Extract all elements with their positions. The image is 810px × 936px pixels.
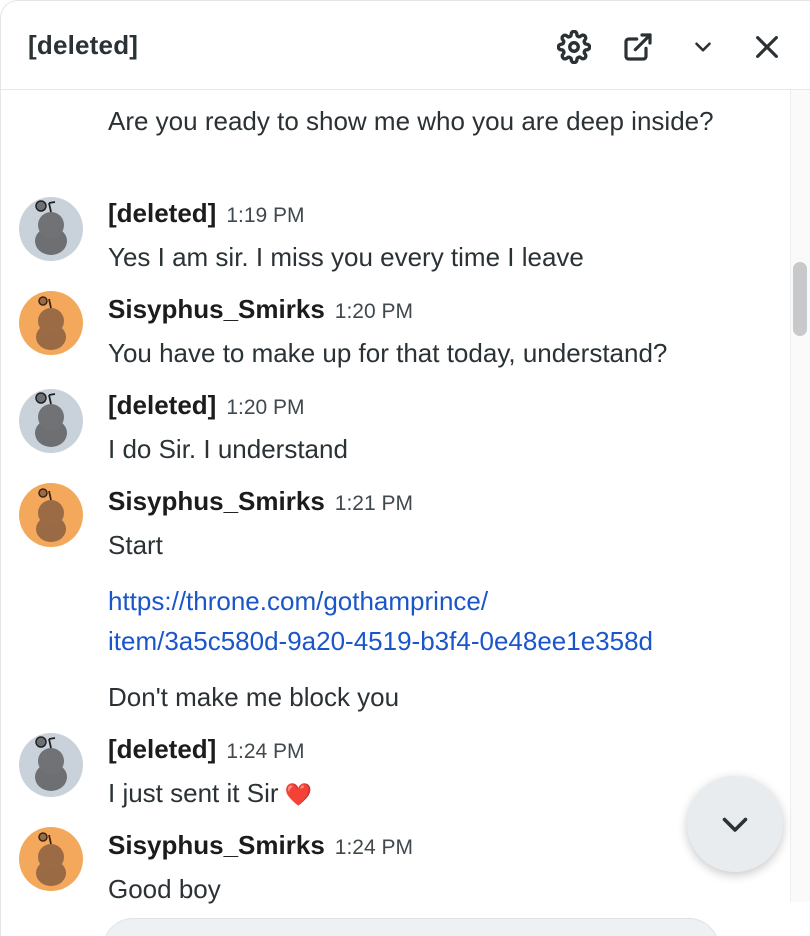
- avatar[interactable]: [19, 733, 83, 797]
- message-text: You have to make up for that today, unde…: [108, 338, 668, 368]
- snoo-avatar-icon: [36, 488, 66, 542]
- message-text: I just sent it Sir ❤️: [108, 773, 312, 815]
- message-text: Yes I am sir. I miss you every time I le…: [108, 242, 584, 272]
- author-name[interactable]: Sisyphus_Smirks: [108, 830, 325, 861]
- avatar[interactable]: [19, 389, 83, 453]
- author-name[interactable]: [deleted]: [108, 390, 216, 421]
- close-icon: [756, 36, 778, 58]
- gear-icon: [557, 30, 591, 64]
- author-name[interactable]: Sisyphus_Smirks: [108, 486, 325, 517]
- author-name[interactable]: [deleted]: [108, 734, 216, 765]
- author-name[interactable]: [deleted]: [108, 198, 216, 229]
- message-link[interactable]: https://throne.com/gothamprince/ item/3a…: [108, 581, 653, 661]
- snoo-avatar-icon: [36, 296, 66, 350]
- avatar[interactable]: [19, 827, 83, 891]
- message-text: Good boy: [108, 874, 221, 904]
- snoo-avatar-icon: [36, 832, 66, 886]
- timestamp: 1:19 PM: [226, 204, 305, 227]
- link-line: item/3a5c580d-9a20-4519-b3f4-0e48ee1e358…: [108, 626, 653, 656]
- message-text: Are you ready to show me who you are dee…: [108, 106, 714, 136]
- message-meta: [deleted] 1:24 PM: [108, 734, 305, 765]
- message-text: I do Sir. I understand: [108, 434, 348, 464]
- link-line: https://throne.com/gothamprince/: [108, 586, 489, 616]
- minimize-button[interactable]: [682, 26, 724, 68]
- snoo-avatar-icon: [35, 392, 67, 447]
- message-meta: [deleted] 1:20 PM: [108, 390, 305, 421]
- snoo-avatar-icon: [35, 200, 67, 255]
- message-composer[interactable]: [103, 918, 719, 936]
- timestamp: 1:20 PM: [226, 396, 305, 419]
- message-list: Are you ready to show me who you are dee…: [1, 91, 791, 936]
- timestamp: 1:24 PM: [226, 740, 305, 763]
- heart-emoji: ❤️: [284, 782, 312, 807]
- message-meta: Sisyphus_Smirks 1:21 PM: [108, 486, 413, 517]
- message-text: Don't make me block you: [108, 682, 400, 712]
- author-name[interactable]: Sisyphus_Smirks: [108, 294, 325, 325]
- chevron-down-icon: [695, 42, 711, 52]
- timestamp: 1:24 PM: [334, 836, 413, 859]
- avatar[interactable]: [19, 291, 83, 355]
- settings-button[interactable]: [553, 26, 595, 68]
- chat-title: [deleted]: [28, 29, 139, 60]
- external-link-icon: [624, 33, 652, 61]
- close-button[interactable]: [746, 26, 788, 68]
- avatar[interactable]: [19, 197, 83, 261]
- message-meta: Sisyphus_Smirks 1:20 PM: [108, 294, 413, 325]
- scrollbar-track[interactable]: [790, 90, 810, 902]
- message-meta: [deleted] 1:19 PM: [108, 198, 305, 229]
- chat-window: [deleted] Are you ready to show me who y…: [0, 0, 810, 936]
- timestamp: 1:20 PM: [334, 300, 413, 323]
- chat-header: [deleted]: [1, 1, 810, 90]
- avatar[interactable]: [19, 483, 83, 547]
- open-in-new-window-button[interactable]: [617, 26, 659, 68]
- scroll-to-bottom-button[interactable]: [687, 776, 783, 872]
- message-text: Start: [108, 530, 163, 560]
- chevron-down-icon: [722, 817, 748, 832]
- snoo-avatar-icon: [35, 736, 67, 791]
- scrollbar-thumb[interactable]: [793, 262, 807, 336]
- message-text-content: I just sent it Sir: [108, 778, 279, 808]
- message-meta: Sisyphus_Smirks 1:24 PM: [108, 830, 413, 861]
- timestamp: 1:21 PM: [334, 492, 413, 515]
